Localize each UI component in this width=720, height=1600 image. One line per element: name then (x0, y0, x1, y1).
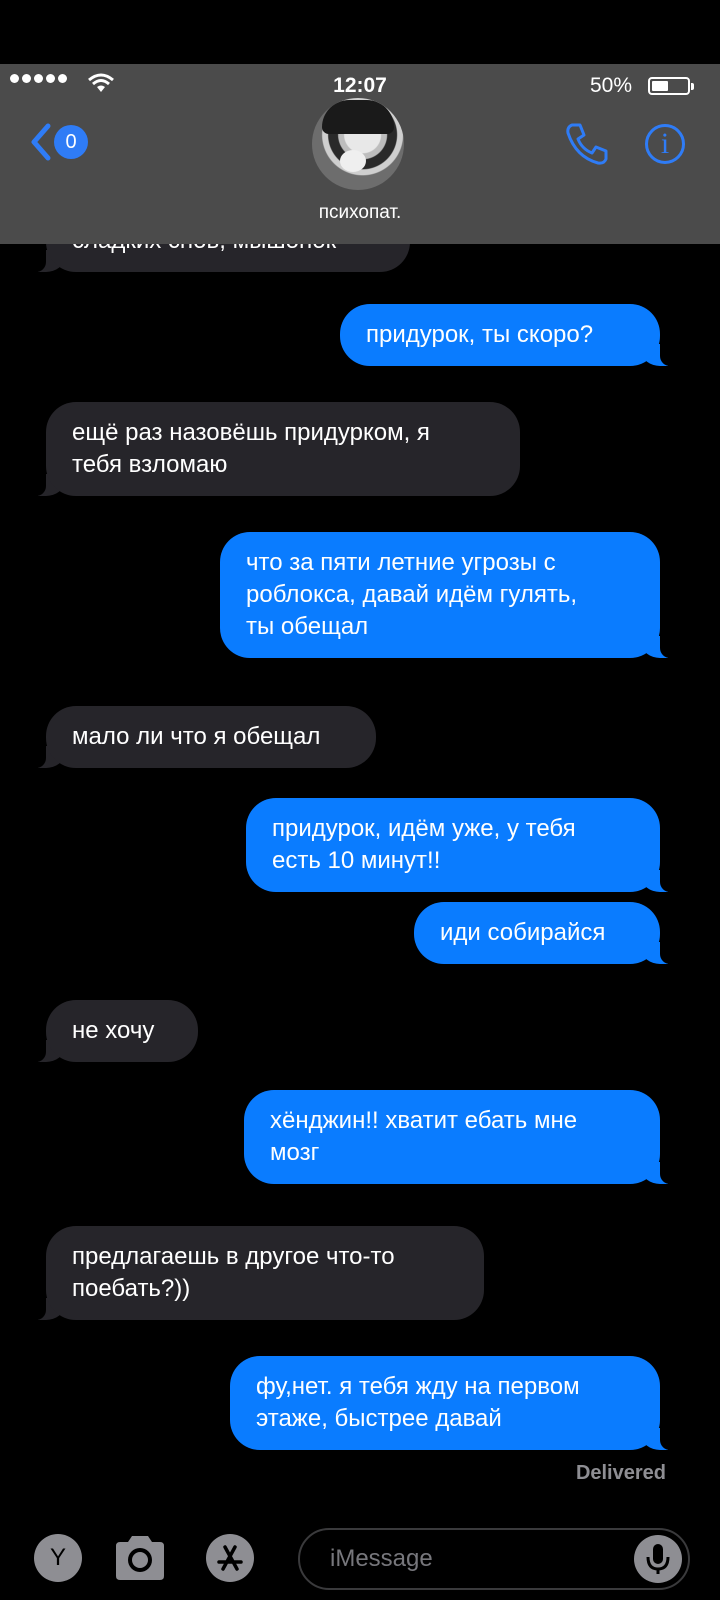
contact-name[interactable]: психопат. (0, 202, 720, 224)
message-bubble-incoming[interactable]: не хочу (28, 1000, 198, 1062)
conversation-header: 12:07 50% 0 психопат. i (0, 64, 720, 244)
battery-percent: 50% (589, 74, 632, 97)
delivery-status: Delivered (575, 1462, 666, 1484)
composer-bar: Y iMessage (0, 1520, 720, 1600)
mic-button[interactable] (634, 1535, 682, 1583)
battery-icon (648, 77, 694, 95)
avatar[interactable] (312, 98, 404, 190)
message-bubble-outgoing[interactable]: придурок, ты скоро? (340, 304, 678, 366)
back-button[interactable]: 0 (28, 122, 88, 162)
back-chevron-icon (31, 123, 51, 161)
info-icon[interactable]: i (645, 124, 685, 164)
camera-icon[interactable] (112, 1532, 168, 1582)
status-bar: 12:07 50% (0, 72, 720, 100)
message-bubble-outgoing[interactable]: фу,нет. я тебя жду на первом этаже, быст… (230, 1356, 678, 1450)
message-bubble-outgoing[interactable]: хёнджин!! хватит ебать мне мозг (244, 1090, 678, 1184)
y-app-label: Y (49, 1544, 66, 1571)
message-bubble-outgoing[interactable]: иди собирайся (414, 902, 678, 964)
message-bubble-outgoing[interactable]: что за пяти летние угрозы с роблокса, да… (220, 532, 678, 658)
app-store-icon (217, 1545, 243, 1571)
message-input-placeholder: iMessage (330, 1545, 433, 1572)
app-store-button[interactable] (206, 1534, 254, 1582)
unread-badge: 0 (54, 125, 88, 159)
message-bubble-incoming[interactable]: предлагаешь в другое что-то поебать?)) (28, 1226, 484, 1320)
phone-icon[interactable] (564, 121, 610, 167)
mic-icon (646, 1544, 670, 1574)
message-bubble-incoming[interactable]: мало ли что я обещал (28, 706, 376, 768)
message-bubble-incoming[interactable]: ещё раз назовёшь придурком, я тебя взлом… (28, 402, 520, 496)
message-bubble-outgoing[interactable]: придурок, идём уже, у тебя есть 10 минут… (246, 798, 678, 892)
message-input[interactable]: iMessage (298, 1528, 690, 1590)
y-app-button[interactable]: Y (34, 1534, 82, 1582)
